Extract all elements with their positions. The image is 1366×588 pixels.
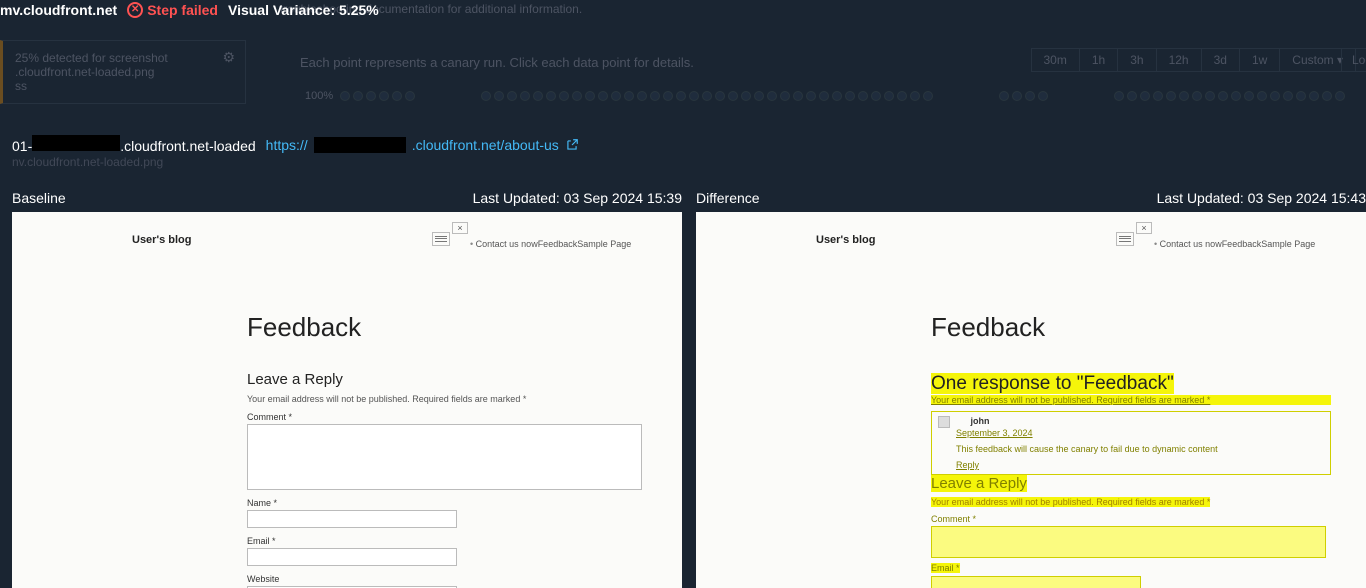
comment-textarea [247, 424, 642, 490]
time-btn-12h[interactable]: 12h [1157, 49, 1202, 71]
leave-reply-diff: Leave a Reply [931, 475, 1331, 492]
difference-updated: Last Updated: 03 Sep 2024 15:43 [1157, 190, 1366, 206]
comment-label: Comment * [247, 412, 647, 422]
comment-body: This feedback will cause the canary to f… [956, 444, 1324, 454]
time-btn-1h[interactable]: 1h [1080, 49, 1118, 71]
time-btn-3d[interactable]: 3d [1202, 49, 1240, 71]
local-time-label: Local tim [1341, 48, 1366, 72]
comment-box: john September 3, 2024 This feedback wil… [931, 411, 1331, 475]
blog-nav-diff: Contact us nowFeedbackSample Page [1154, 239, 1315, 249]
page-h1-diff: Feedback [931, 312, 1331, 343]
blog-nav: Contact us nowFeedbackSample Page [470, 239, 631, 249]
blog-brand-diff: User's blog [816, 234, 875, 246]
hamburger-icon [1116, 232, 1134, 246]
difference-screenshot[interactable]: User's blog × Contact us nowFeedbackSamp… [696, 212, 1366, 588]
screenshot-name: 01-.cloudfront.net-loaded [12, 135, 256, 154]
baseline-column: Baseline Last Updated: 03 Sep 2024 15:39… [12, 190, 682, 588]
screenshot-source-link[interactable]: https://.cloudfront.net/about-us [266, 137, 579, 153]
hamburger-icon [432, 232, 450, 246]
baseline-screenshot[interactable]: User's blog × Contact us nowFeedbackSamp… [12, 212, 682, 588]
card-line1: 25% detected for screenshot [15, 51, 233, 65]
bg-chart-hint: Each point represents a canary run. Clic… [300, 55, 694, 70]
time-range-buttons: 30m 1h 3h 12h 3d 1w Custom ▾ [1031, 48, 1357, 72]
canary-run-dots [340, 88, 1356, 104]
page-h1: Feedback [247, 312, 647, 343]
comparison-panel: 01-.cloudfront.net-loaded https://.cloud… [12, 135, 1366, 588]
form-note: Your email address will not be published… [247, 394, 647, 404]
time-btn-1w[interactable]: 1w [1240, 49, 1280, 71]
name-label: Name * [247, 498, 647, 508]
card-line3: ss [15, 79, 233, 93]
name-input [247, 510, 457, 528]
email-label-diff: Email * [931, 558, 1331, 574]
difference-title: Difference [696, 190, 760, 206]
comment-textarea-diff [931, 526, 1326, 558]
step-failed-badge: ✕ Step failed [127, 2, 218, 18]
bg-axis-100: 100% [305, 90, 333, 102]
fail-x-icon: ✕ [127, 2, 143, 18]
comment-author: john [971, 416, 990, 426]
comment-date: September 3, 2024 [956, 428, 1324, 438]
form-note-diff: Your email address will not be published… [931, 492, 1331, 508]
one-response-heading: One response to "Feedback" [931, 373, 1331, 395]
difference-column: Difference Last Updated: 03 Sep 2024 15:… [696, 190, 1366, 588]
external-link-icon [565, 138, 579, 152]
baseline-updated: Last Updated: 03 Sep 2024 15:39 [473, 190, 682, 206]
status-domain: mv.cloudfront.net [0, 2, 117, 18]
close-icon: × [1136, 222, 1152, 234]
step-failed-label: Step failed [147, 2, 218, 18]
sidebar-screenshot-card[interactable]: ⚙ 25% detected for screenshot .cloudfron… [0, 40, 246, 104]
time-btn-30m[interactable]: 30m [1032, 49, 1080, 71]
screenshot-identity-row: 01-.cloudfront.net-loaded https://.cloud… [12, 135, 1366, 154]
diff-resp-note: Your email address will not be published… [931, 395, 1331, 405]
visual-variance: Visual Variance: 5.25% [228, 2, 379, 18]
website-label: Website [247, 574, 647, 584]
email-label: Email * [247, 536, 647, 546]
comment-label-diff: Comment * [931, 514, 1331, 524]
email-input [247, 548, 457, 566]
card-line2: .cloudfront.net-loaded.png [15, 65, 233, 79]
time-btn-custom[interactable]: Custom ▾ [1280, 49, 1355, 71]
time-btn-3h[interactable]: 3h [1118, 49, 1156, 71]
baseline-title: Baseline [12, 190, 66, 206]
gear-icon[interactable]: ⚙ [222, 49, 235, 66]
close-icon: × [452, 222, 468, 234]
status-bar: mv.cloudfront.net ✕ Step failed Visual V… [0, 2, 379, 18]
reply-link: Reply [956, 460, 1324, 470]
email-input-diff [931, 576, 1141, 588]
leave-reply-heading: Leave a Reply [247, 371, 647, 388]
blog-brand: User's blog [132, 234, 191, 246]
avatar-icon [938, 416, 950, 428]
